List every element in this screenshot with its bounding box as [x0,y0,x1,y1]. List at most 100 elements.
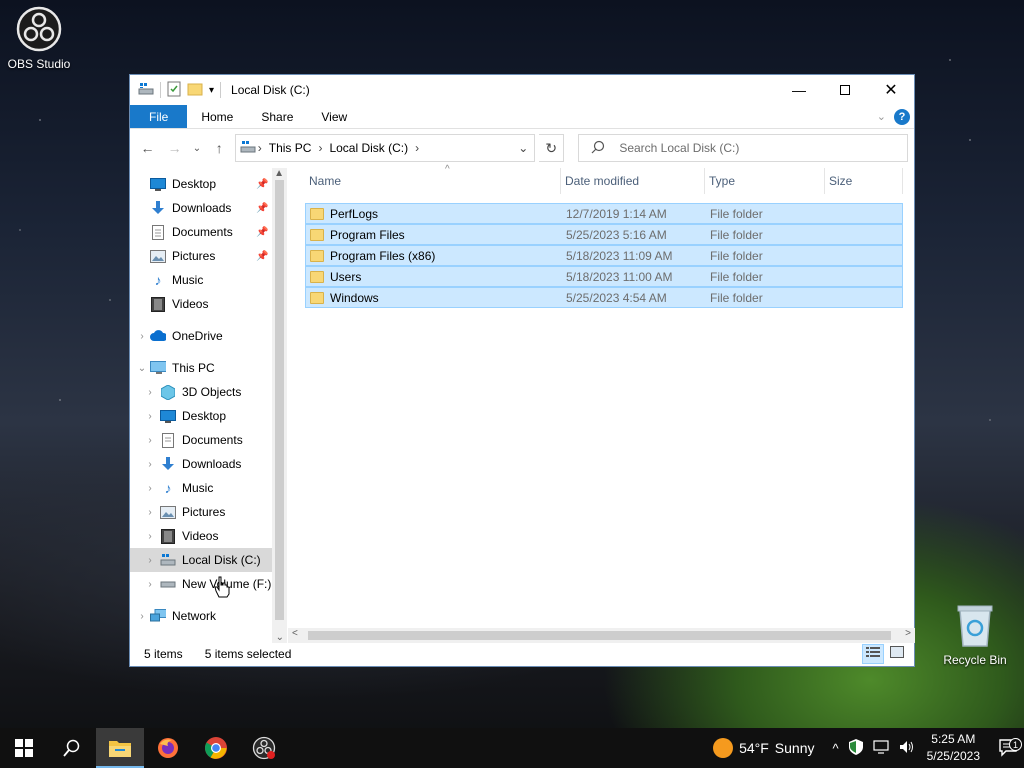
search-input[interactable] [617,140,898,156]
film-icon [150,296,166,312]
expand-chevron-icon[interactable]: › [144,483,156,494]
nav-item-documents[interactable]: › Documents [130,428,287,452]
file-row[interactable]: Program Files (x86) 5/18/2023 11:09 AM F… [305,245,903,266]
tab-share[interactable]: Share [247,105,307,128]
tab-view[interactable]: View [307,105,361,128]
help-icon[interactable]: ? [894,108,910,125]
new-folder-icon[interactable] [187,82,203,99]
address-dropdown-icon[interactable]: ⌄ [512,141,534,155]
file-row[interactable]: PerfLogs 12/7/2019 1:14 AM File folder [305,203,903,224]
nav-item-downloads[interactable]: › Downloads [130,452,287,476]
obs-studio-desktop-icon[interactable]: OBS Studio [0,6,79,71]
recycle-bin-desktop-icon[interactable]: Recycle Bin [935,602,1015,667]
details-view-button[interactable] [862,643,884,664]
scrollbar-thumb[interactable] [308,631,891,640]
nav-item-this-pc[interactable]: ⌄ This PC [130,356,287,380]
security-shield-icon[interactable] [848,738,863,758]
expand-chevron-icon[interactable]: › [144,531,156,542]
nav-item-3d-objects[interactable]: › 3D Objects [130,380,287,404]
file-row[interactable]: Users 5/18/2023 11:00 AM File folder [305,266,903,287]
file-explorer-taskbar-button[interactable] [96,728,144,768]
nav-item-onedrive[interactable]: › OneDrive [130,324,287,348]
tab-file[interactable]: File [130,105,188,128]
search-box[interactable] [578,134,908,162]
nav-item-new-volume-f[interactable]: › New Volume (F:) [130,572,287,596]
expand-chevron-icon[interactable]: › [144,579,156,590]
close-button[interactable]: ✕ [868,75,914,105]
expand-chevron-icon[interactable]: › [136,331,148,342]
network-status-icon[interactable] [873,739,889,757]
breadcrumb-chevron-icon[interactable]: › [256,141,264,155]
tab-home[interactable]: Home [187,105,247,128]
column-header-type[interactable]: Type [705,168,825,194]
volume-icon[interactable] [899,740,915,757]
quick-access-item-videos[interactable]: Videos [130,292,287,316]
scrollbar-thumb[interactable] [275,180,284,620]
expand-chevron-icon[interactable]: › [144,555,156,566]
scroll-up-arrow-icon[interactable]: ▲ [274,168,284,179]
quick-access-item-music[interactable]: ♪ Music [130,268,287,292]
maximize-button[interactable] [822,75,868,105]
firefox-taskbar-button[interactable] [144,728,192,768]
quick-access-label: Documents [172,225,233,239]
quick-access-item-documents[interactable]: Documents 📌 [130,220,287,244]
obs-taskbar-button[interactable] [240,728,288,768]
breadcrumb-chevron-icon[interactable]: › [316,141,324,155]
breadcrumb-this-pc[interactable]: This PC [264,141,317,155]
minimize-button[interactable]: — [776,75,822,105]
column-header-date-modified[interactable]: Date modified [561,168,705,194]
breadcrumb-chevron-icon[interactable]: › [413,141,421,155]
quick-access-item-desktop[interactable]: Desktop 📌 [130,172,287,196]
column-header-size[interactable]: Size [825,168,903,194]
notification-center-button[interactable]: 1 [994,738,1024,757]
pin-icon[interactable]: 📌 [256,203,268,214]
start-button[interactable] [0,728,48,768]
quick-access-label: Videos [172,297,209,311]
expand-chevron-icon[interactable]: › [144,387,156,398]
recent-locations-button[interactable]: ⌄ [190,136,203,160]
expand-ribbon-chevron-icon[interactable]: ⌄ [877,110,886,123]
nav-item-network[interactable]: › Network [130,604,287,628]
scroll-left-arrow-icon[interactable]: < [292,628,298,639]
recycle-bin-label: Recycle Bin [943,653,1007,667]
clock[interactable]: 5:25 AM 5/25/2023 [927,731,980,765]
nav-item-desktop[interactable]: › Desktop [130,404,287,428]
search-taskbar-button[interactable] [48,728,96,768]
large-icons-view-button[interactable] [886,644,908,664]
file-row[interactable]: Program Files 5/25/2023 5:16 AM File fol… [305,224,903,245]
file-type: File folder [710,248,763,263]
column-header-name[interactable]: Name [305,168,561,194]
refresh-button[interactable]: ↻ [539,134,565,162]
breadcrumb-local-disk[interactable]: Local Disk (C:) [324,141,413,155]
back-button[interactable]: ← [136,136,159,160]
pin-icon[interactable]: 📌 [256,227,268,238]
weather-widget[interactable]: 54°F Sunny [713,738,815,758]
quick-access-item-downloads[interactable]: Downloads 📌 [130,196,287,220]
pin-icon[interactable]: 📌 [256,179,268,190]
nav-item-music[interactable]: › ♪ Music [130,476,287,500]
nav-pane-scrollbar[interactable]: ▲ ⌄ [272,168,287,643]
address-bar[interactable]: › This PC › Local Disk (C:) › ⌄ [234,134,536,162]
expand-chevron-icon[interactable]: › [144,411,156,422]
pin-icon[interactable]: 📌 [256,251,268,262]
expand-chevron-icon[interactable]: › [144,507,156,518]
nav-item-videos[interactable]: › Videos [130,524,287,548]
scroll-right-arrow-icon[interactable]: > [905,628,911,639]
customize-toolbar-chevron-icon[interactable]: ▾ [209,85,214,96]
file-row[interactable]: Windows 5/25/2023 4:54 AM File folder [305,287,903,308]
expand-chevron-icon[interactable]: › [136,611,148,622]
network-icon [150,608,166,624]
nav-item-local-disk-c[interactable]: › Local Disk (C:) [130,548,272,572]
forward-button[interactable]: → [163,136,186,160]
quick-access-item-pictures[interactable]: Pictures 📌 [130,244,287,268]
chrome-taskbar-button[interactable] [192,728,240,768]
film-icon [160,528,176,544]
properties-icon[interactable] [167,81,181,100]
nav-item-pictures[interactable]: › Pictures [130,500,287,524]
expand-chevron-icon[interactable]: › [144,435,156,446]
show-hidden-icons-chevron-icon[interactable]: ^ [833,741,839,756]
file-type: File folder [710,290,763,305]
expand-chevron-icon[interactable]: › [144,459,156,470]
up-button[interactable]: ↑ [208,136,231,160]
collapse-chevron-icon[interactable]: ⌄ [136,363,148,374]
